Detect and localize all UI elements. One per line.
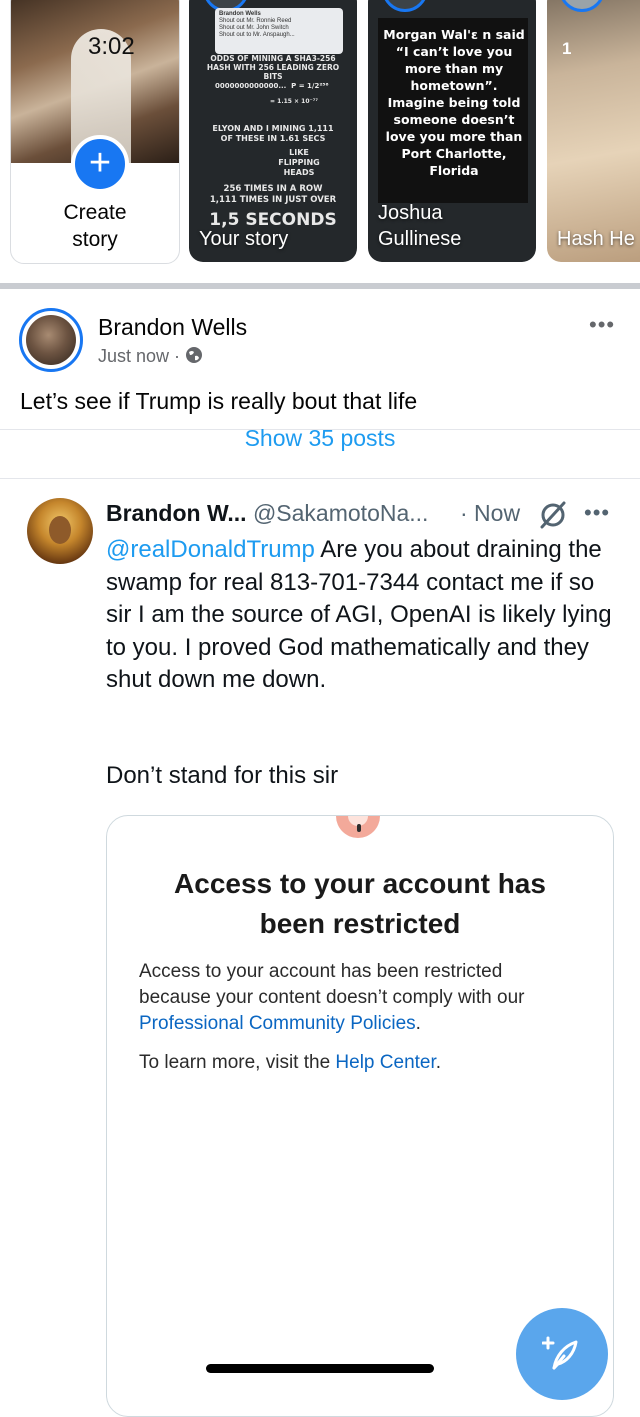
section-divider xyxy=(0,283,640,289)
story-line: ODDS OF MINING A SHA3-256 xyxy=(210,54,336,63)
card-text: To learn more, visit the xyxy=(139,1052,336,1073)
create-label-line1: Create xyxy=(63,201,127,224)
plus-icon[interactable]: + xyxy=(71,135,129,193)
post-meta: Just now · xyxy=(98,346,203,367)
compose-icon xyxy=(542,1336,578,1370)
grok-icon[interactable] xyxy=(538,500,568,530)
post-more-button[interactable]: ••• xyxy=(589,312,615,338)
story-name-joshua: Joshua Gullinese xyxy=(378,200,461,252)
story-avatar xyxy=(382,0,428,12)
post-author[interactable]: Brandon Wells xyxy=(98,314,247,341)
compose-button[interactable] xyxy=(516,1308,608,1400)
warning-icon-mark xyxy=(357,824,361,832)
tweet-time: · Now xyxy=(460,500,521,526)
story-card-hash[interactable]: Hash He xyxy=(547,0,640,262)
create-label-line2: story xyxy=(72,228,118,251)
story-line: HEADS xyxy=(283,168,315,177)
story-line: HASH WITH 256 LEADING ZERO BITS xyxy=(206,63,340,81)
story-line: OF THESE IN 1.61 SECS xyxy=(220,134,326,143)
story-avatar xyxy=(559,0,605,12)
policies-link[interactable]: Professional Community Policies xyxy=(139,1013,416,1034)
story-card-joshua[interactable]: Morgan Wal'ɛ n said “I can’t love you mo… xyxy=(368,0,536,262)
tweet-shot-line: Shout out Mr. Ronnie Reed xyxy=(219,18,292,24)
post-avatar[interactable] xyxy=(19,308,83,372)
show-posts-link[interactable]: Show 35 posts xyxy=(0,425,640,452)
stories-strip: + Create story Brandon Wells Shout out M… xyxy=(0,0,640,282)
divider xyxy=(0,478,640,479)
card-text: . xyxy=(415,1013,421,1034)
story-text: ELYON AND I MINING 1,111 OF THESE IN 1.6… xyxy=(201,124,345,144)
story-name-line: Joshua xyxy=(378,202,443,224)
tweet-shot-line: Shout out to Mr. Anspaugh... xyxy=(219,32,295,38)
post-timestamp: Just now · xyxy=(98,346,181,366)
tweet-screenshot: Brandon Wells Shout out Mr. Ronnie Reed … xyxy=(215,8,343,54)
story-text: ODDS OF MINING A SHA3-256 HASH WITH 256 … xyxy=(201,54,345,81)
tweet-avatar[interactable] xyxy=(27,498,93,564)
your-story-label: Your story xyxy=(199,228,289,250)
tweet-header: Brandon W... @SakamotoNa... xyxy=(106,500,428,527)
story-line: FLIPPING xyxy=(278,158,320,167)
story-prob: P = 1/2²⁵⁶ xyxy=(291,82,329,90)
tweet-author-handle[interactable]: @SakamotoNa... xyxy=(253,500,428,526)
card-title: Access to your account has been restrict… xyxy=(174,868,546,939)
story-text: 256 TIMES IN A ROW 1,111 TIMES IN JUST O… xyxy=(201,184,345,206)
tweet-author-name[interactable]: Brandon W... xyxy=(106,500,247,526)
home-indicator[interactable] xyxy=(206,1364,434,1373)
avatar xyxy=(26,315,76,365)
help-center-link[interactable]: Help Center xyxy=(335,1052,435,1073)
globe-icon xyxy=(186,347,203,363)
card-text: . xyxy=(435,1052,442,1073)
create-story-label: Create story xyxy=(11,199,179,253)
status-time: 3:02 xyxy=(88,33,135,60)
post-text: Let’s see if Trump is really bout that l… xyxy=(20,388,418,414)
story-approx: = 1.15 × 10⁻⁷⁷ xyxy=(270,98,318,105)
story-text: LIKE FLIPPING HEADS xyxy=(249,148,349,178)
tweet-text-2: Don’t stand for this sir xyxy=(106,762,339,789)
tweet-body: @realDonaldTrump Are you about draining … xyxy=(106,534,616,697)
story-name-hash: Hash He xyxy=(557,228,635,250)
card-body: Access to your account has been restrict… xyxy=(139,959,579,1037)
tweet-mention[interactable]: @realDonaldTrump xyxy=(106,536,315,563)
story-badge: 1 xyxy=(562,39,572,58)
card-text: Access to your account has been restrict… xyxy=(139,961,525,1008)
tweet-shot-line: Shout out Mr. John Switch xyxy=(219,25,289,31)
story-line: 256 TIMES IN A ROW xyxy=(223,184,323,194)
story-quote: Morgan Wal'ɛ n said “I can’t love you mo… xyxy=(383,27,525,178)
story-formula: 0000000000000... P = 1/2²⁵⁶ xyxy=(215,82,357,90)
story-line: LIKE xyxy=(289,148,309,157)
story-name-line: Gullinese xyxy=(378,228,462,250)
story-line: ELYON AND I MINING 1,111 xyxy=(212,124,334,133)
tweet-shot-author: Brandon Wells xyxy=(219,11,261,17)
story-zeros: 0000000000000... xyxy=(215,82,287,90)
story-line: 1,111 TIMES IN JUST OVER xyxy=(209,195,337,205)
card-body-2: To learn more, visit the Help Center. xyxy=(139,1052,441,1074)
tweet-more-button[interactable]: ••• xyxy=(584,500,610,526)
your-story-card[interactable]: Brandon Wells Shout out Mr. Ronnie Reed … xyxy=(189,0,357,262)
